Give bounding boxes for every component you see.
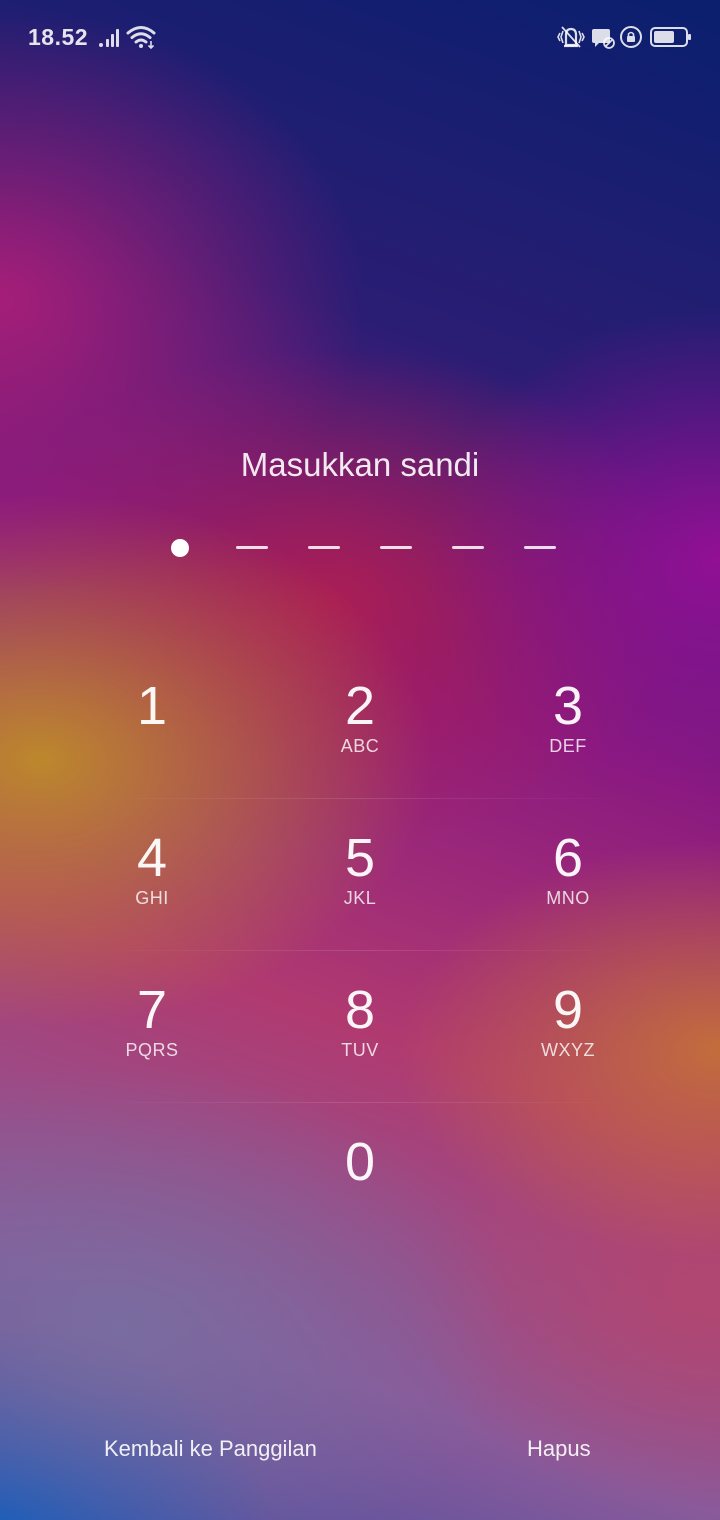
pin-indicator xyxy=(160,536,560,560)
key-letters: MNO xyxy=(546,888,590,908)
key-letters: GHI xyxy=(135,888,169,908)
status-time: 18.52 xyxy=(28,24,89,50)
key-6[interactable]: 6 MNO xyxy=(464,800,672,952)
pin-slot-1 xyxy=(163,536,197,560)
screen-lock-rotation-icon xyxy=(620,26,642,48)
key-8[interactable]: 8 TUV xyxy=(256,952,464,1104)
wifi-icon xyxy=(126,26,156,49)
status-bar: 18.52 xyxy=(0,0,720,76)
key-5[interactable]: 5 JKL xyxy=(256,800,464,952)
password-prompt-title: Masukkan sandi xyxy=(240,446,480,483)
key-letters: WXYZ xyxy=(541,1040,595,1060)
pin-slot-6 xyxy=(523,536,557,560)
key-digit: 0 xyxy=(344,1132,376,1192)
pin-dot-filled xyxy=(171,539,189,557)
vibrate-icon xyxy=(557,26,585,48)
pin-slot-3 xyxy=(307,536,341,560)
key-digit: 6 xyxy=(552,828,584,888)
key-letters: JKL xyxy=(343,888,377,908)
key-2[interactable]: 2 ABC xyxy=(256,648,464,800)
key-4[interactable]: 4 GHI xyxy=(48,800,256,952)
pin-dash-empty xyxy=(236,546,268,549)
key-digit: 1 xyxy=(136,676,168,736)
key-digit: 9 xyxy=(552,980,584,1040)
pin-dash-empty xyxy=(524,546,556,549)
key-1[interactable]: 1 xyxy=(48,648,256,800)
key-letters: PQRS xyxy=(125,1040,179,1060)
row-divider xyxy=(88,950,632,951)
key-letters: ABC xyxy=(340,736,380,756)
key-letters: TUV xyxy=(341,1040,379,1060)
key-9[interactable]: 9 WXYZ xyxy=(464,952,672,1104)
back-to-call-button[interactable]: Kembali ke Panggilan xyxy=(104,1436,317,1462)
pin-slot-2 xyxy=(235,536,269,560)
key-digit: 5 xyxy=(344,828,376,888)
key-3[interactable]: 3 DEF xyxy=(464,648,672,800)
key-letters: DEF xyxy=(549,736,587,756)
pin-dash-empty xyxy=(308,546,340,549)
battery-icon xyxy=(650,27,691,47)
pin-dash-empty xyxy=(452,546,484,549)
key-digit: 7 xyxy=(136,980,168,1040)
signal-icon xyxy=(99,29,119,47)
delete-button[interactable]: Hapus xyxy=(527,1436,591,1462)
notification-icon xyxy=(592,29,615,49)
pin-dash-empty xyxy=(380,546,412,549)
key-digit: 3 xyxy=(552,676,584,736)
key-7[interactable]: 7 PQRS xyxy=(48,952,256,1104)
pin-slot-5 xyxy=(451,536,485,560)
row-divider xyxy=(88,1102,632,1103)
key-digit: 4 xyxy=(136,828,168,888)
pin-slot-4 xyxy=(379,536,413,560)
key-digit: 8 xyxy=(344,980,376,1040)
key-0[interactable]: 0 xyxy=(256,1104,464,1256)
row-divider xyxy=(88,798,632,799)
key-digit: 2 xyxy=(344,676,376,736)
